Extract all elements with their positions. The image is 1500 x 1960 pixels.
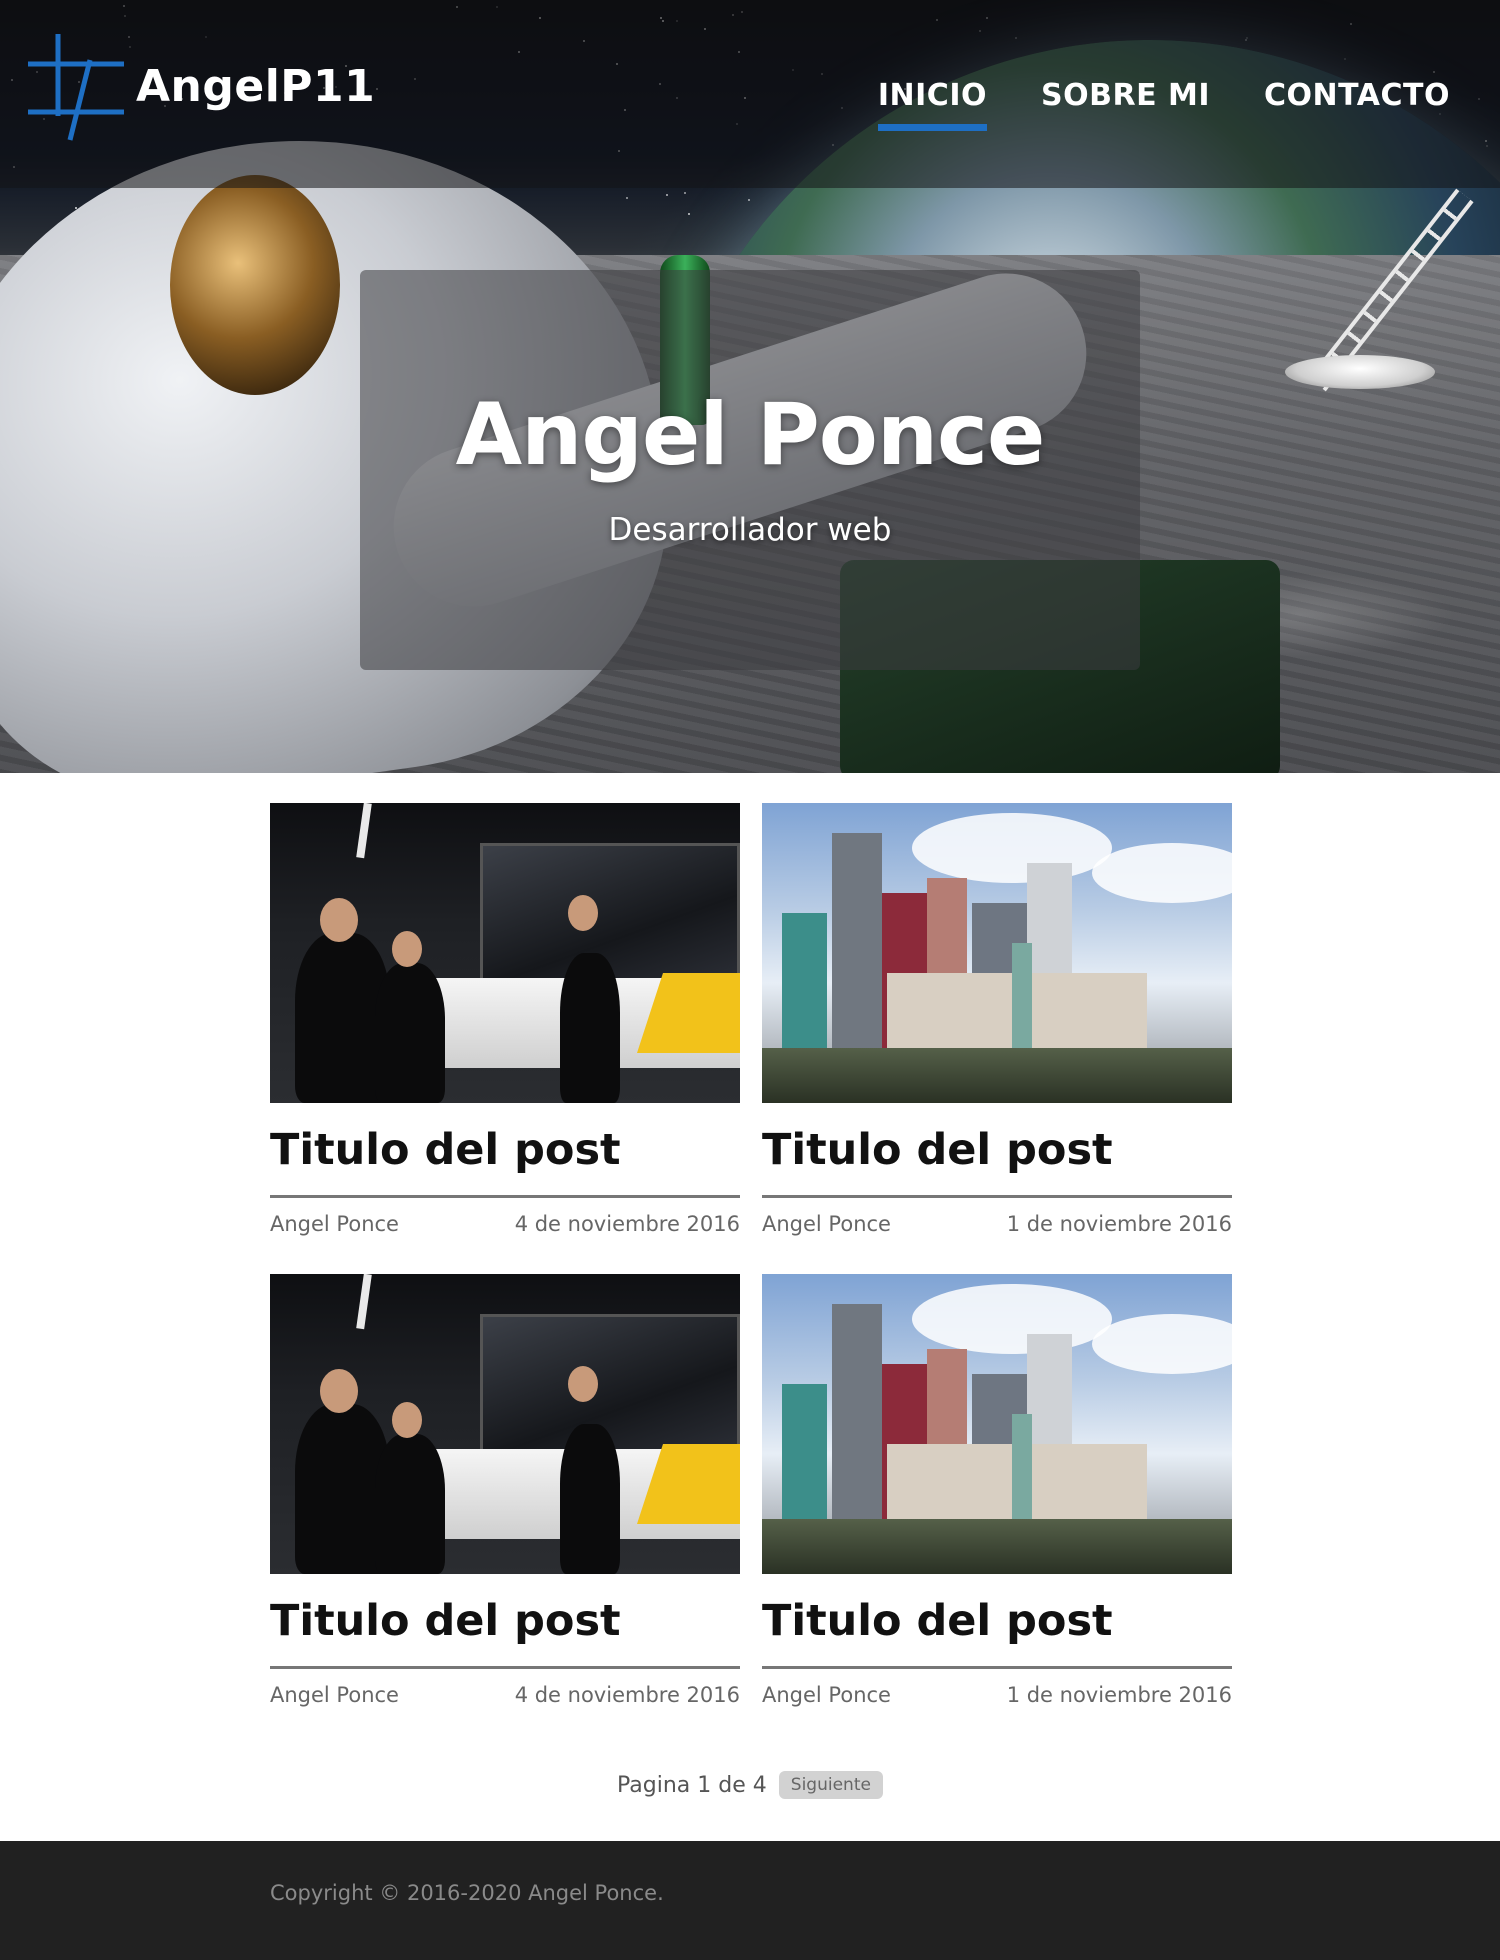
- footer: Copyright © 2016-2020 Angel Ponce.: [0, 1841, 1500, 1960]
- post-title[interactable]: Titulo del post: [762, 1596, 1232, 1669]
- logo-grid-icon: [28, 34, 124, 141]
- hero-title: Angel Ponce: [455, 385, 1046, 485]
- post-title[interactable]: Titulo del post: [270, 1596, 740, 1669]
- page-info: Pagina 1 de 4: [617, 1772, 767, 1798]
- pagination: Pagina 1 de 4 Siguiente: [0, 1771, 1500, 1799]
- brand-logo-link[interactable]: AngelP11: [28, 30, 375, 142]
- post-meta: Angel Ponce 4 de noviembre 2016: [270, 1212, 740, 1236]
- post-meta: Angel Ponce 1 de noviembre 2016: [762, 1683, 1232, 1707]
- hero-banner: AngelP11 INICIO SOBRE MI CONTACTO Angel …: [0, 0, 1500, 773]
- post-author: Angel Ponce: [270, 1683, 399, 1707]
- bar-scene-image[interactable]: [270, 1274, 740, 1574]
- bar-scene-image[interactable]: [270, 803, 740, 1103]
- post-card: Titulo del post Angel Ponce 1 de noviemb…: [762, 803, 1232, 1236]
- post-card: Titulo del post Angel Ponce 4 de noviemb…: [270, 803, 740, 1236]
- brand-name: AngelP11: [136, 60, 376, 112]
- lander-footpad-image: [1285, 355, 1435, 389]
- post-date: 4 de noviembre 2016: [514, 1212, 740, 1236]
- city-skyline-image[interactable]: [762, 1274, 1232, 1574]
- nav-contacto[interactable]: CONTACTO: [1264, 78, 1450, 113]
- post-date: 4 de noviembre 2016: [514, 1683, 740, 1707]
- post-author: Angel Ponce: [762, 1683, 891, 1707]
- post-title[interactable]: Titulo del post: [762, 1125, 1232, 1198]
- nav-inicio[interactable]: INICIO: [877, 78, 988, 131]
- top-navigation-bar: AngelP11 INICIO SOBRE MI CONTACTO: [0, 0, 1500, 188]
- post-author: Angel Ponce: [762, 1212, 891, 1236]
- post-card: Titulo del post Angel Ponce 1 de noviemb…: [762, 1274, 1232, 1707]
- hero-subtitle: Desarrollador web: [608, 512, 892, 548]
- post-author: Angel Ponce: [270, 1212, 399, 1236]
- post-card: Titulo del post Angel Ponce 4 de noviemb…: [270, 1274, 740, 1707]
- post-meta: Angel Ponce 1 de noviembre 2016: [762, 1212, 1232, 1236]
- main-nav: INICIO SOBRE MI CONTACTO: [824, 78, 1450, 131]
- copyright-text: Copyright © 2016-2020 Angel Ponce.: [270, 1881, 664, 1905]
- next-page-button[interactable]: Siguiente: [778, 1771, 883, 1799]
- nav-sobre-mi[interactable]: SOBRE MI: [1041, 78, 1210, 113]
- post-date: 1 de noviembre 2016: [1006, 1212, 1232, 1236]
- helmet-visor-image: [170, 175, 340, 395]
- post-meta: Angel Ponce 4 de noviembre 2016: [270, 1683, 740, 1707]
- post-date: 1 de noviembre 2016: [1006, 1683, 1232, 1707]
- post-title[interactable]: Titulo del post: [270, 1125, 740, 1198]
- city-skyline-image[interactable]: [762, 803, 1232, 1103]
